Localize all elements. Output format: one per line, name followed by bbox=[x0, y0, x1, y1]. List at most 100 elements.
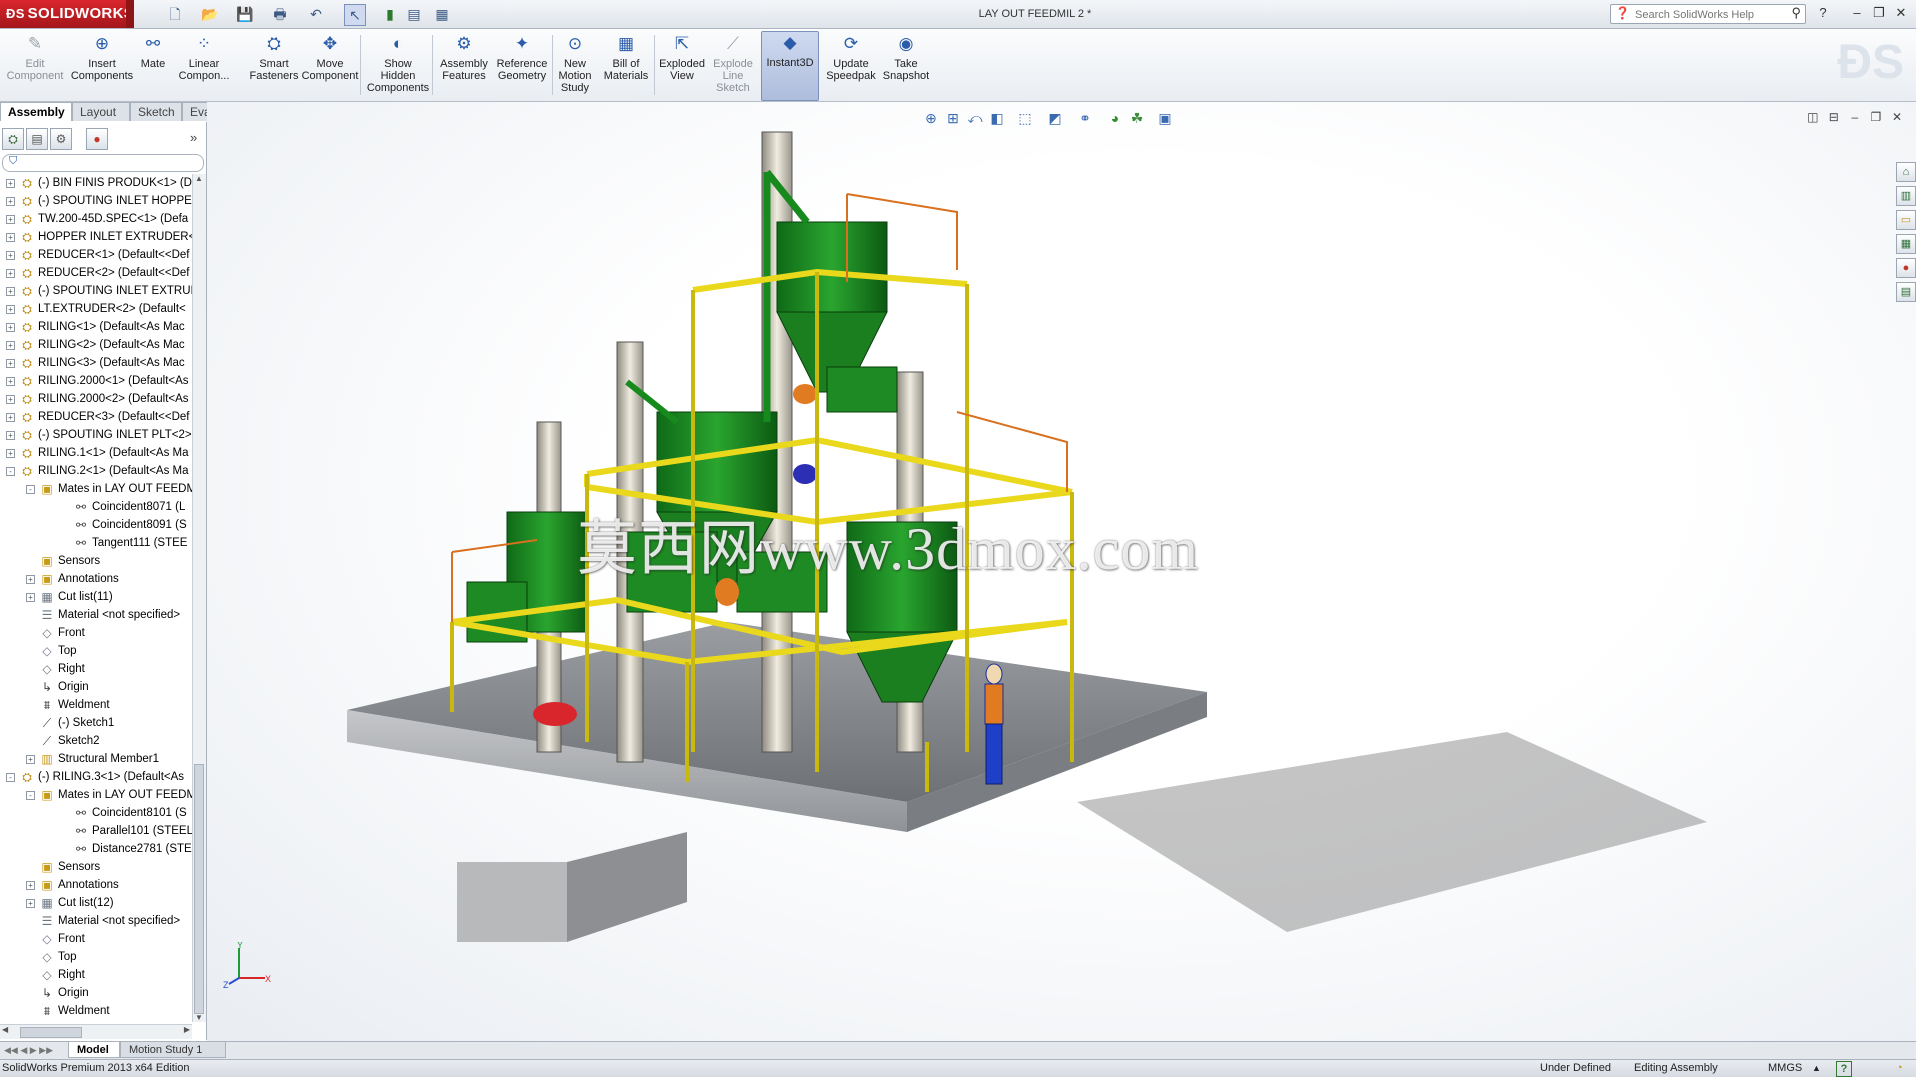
expand-icon[interactable]: + bbox=[26, 593, 35, 602]
expand-icon[interactable]: + bbox=[6, 431, 15, 440]
collapse-icon[interactable]: - bbox=[6, 467, 15, 476]
tree-item[interactable]: ⟋ (-) Sketch1 bbox=[0, 714, 192, 732]
command-instant3d-button[interactable]: ◆ Instant3D bbox=[761, 31, 819, 101]
expand-icon[interactable]: + bbox=[6, 215, 15, 224]
expand-icon[interactable]: + bbox=[6, 377, 15, 386]
collapse-icon[interactable]: - bbox=[26, 485, 35, 494]
command-show-hidden-button[interactable]: ◐ Show Hidden Components bbox=[364, 33, 432, 99]
tree-item[interactable]: ▣ Sensors bbox=[0, 552, 192, 570]
tree-item[interactable]: + ▥ Structural Member1 bbox=[0, 750, 192, 768]
tree-vertical-scrollbar[interactable]: ▲ ▼ bbox=[192, 174, 206, 1022]
tree-item[interactable]: ⚯ Coincident8091 (S bbox=[0, 516, 192, 534]
command-assembly-features-button[interactable]: ⚙ Assembly Features bbox=[436, 33, 492, 99]
tree-item[interactable]: + ⛭ LT.EXTRUDER<2> (Default< bbox=[0, 300, 192, 318]
command-update-speedpak-button[interactable]: ⟳ Update Speedpak bbox=[822, 33, 880, 99]
help-search-input[interactable] bbox=[1633, 5, 1787, 25]
expand-icon[interactable]: + bbox=[26, 899, 35, 908]
tree-item[interactable]: ◇ Front bbox=[0, 624, 192, 642]
options-icon[interactable]: ▦ bbox=[432, 4, 452, 24]
tree-item[interactable]: ⩩ Weldment bbox=[0, 1002, 192, 1020]
tree-item[interactable]: ⚯ Coincident8071 (L bbox=[0, 498, 192, 516]
command-reference-geometry-button[interactable]: ✦ Reference Geometry bbox=[494, 33, 550, 99]
tree-item[interactable]: ↳ Origin bbox=[0, 984, 192, 1002]
tree-item[interactable]: + ⛭ RILING<3> (Default<As Mac bbox=[0, 354, 192, 372]
minimize-icon[interactable]: – bbox=[1848, 4, 1866, 22]
command-snapshot-button[interactable]: ◉ Take Snapshot bbox=[880, 33, 932, 99]
tab-scroll-arrows-icon[interactable]: ◀◀ ◀ ▶ ▶▶ bbox=[4, 1042, 53, 1058]
tree-item[interactable]: ⩩ Weldment bbox=[0, 696, 192, 714]
command-motion-study-button[interactable]: ⊙ New Motion Study bbox=[556, 33, 594, 99]
tree-item[interactable]: + ⛭ RILING.2000<1> (Default<As bbox=[0, 372, 192, 390]
command-mate-button[interactable]: ⚯ Mate bbox=[140, 33, 166, 99]
tree-item[interactable]: ◇ Top bbox=[0, 642, 192, 660]
expand-icon[interactable]: + bbox=[26, 881, 35, 890]
tab-assembly[interactable]: Assembly bbox=[0, 102, 72, 121]
tree-item[interactable]: + ▦ Cut list(11) bbox=[0, 588, 192, 606]
hscroll-thumb[interactable] bbox=[20, 1027, 82, 1038]
tree-item[interactable]: + ⛭ REDUCER<1> (Default<<Def bbox=[0, 246, 192, 264]
command-exploded-view-button[interactable]: ⇱ Exploded View bbox=[656, 33, 708, 99]
expand-icon[interactable]: + bbox=[6, 269, 15, 278]
tree-item[interactable]: + ⛭ REDUCER<2> (Default<<Def bbox=[0, 264, 192, 282]
tree-item[interactable]: + ⛭ HOPPER INLET EXTRUDER<1 bbox=[0, 228, 192, 246]
tree-item[interactable]: ◇ Right bbox=[0, 966, 192, 984]
collapse-icon[interactable]: - bbox=[26, 791, 35, 800]
scroll-left-icon[interactable]: ◀ bbox=[2, 1025, 8, 1034]
command-move-component-button[interactable]: ✥ Move Component bbox=[298, 33, 362, 99]
save-icon[interactable]: 💾 bbox=[235, 4, 255, 24]
command-bill-of-materials-button[interactable]: ▦ Bill of Materials bbox=[600, 33, 652, 99]
tree-item[interactable]: ⚯ Distance2781 (STE bbox=[0, 840, 192, 858]
tree-item[interactable]: - ▣ Mates in LAY OUT FEEDM bbox=[0, 786, 192, 804]
tree-item[interactable]: ☰ Material <not specified> bbox=[0, 912, 192, 930]
expand-icon[interactable]: + bbox=[6, 413, 15, 422]
tree-item[interactable]: + ⛭ (-) SPOUTING INLET HOPPE bbox=[0, 192, 192, 210]
tree-item[interactable]: - ▣ Mates in LAY OUT FEEDM bbox=[0, 480, 192, 498]
tree-item[interactable]: + ▦ Cut list(12) bbox=[0, 894, 192, 912]
tab-sketch[interactable]: Sketch bbox=[130, 102, 182, 121]
expand-icon[interactable]: + bbox=[6, 233, 15, 242]
expand-panel-icon[interactable]: » bbox=[190, 130, 197, 145]
command-explode-line-sketch-button[interactable]: ⟋ Explode Line Sketch bbox=[712, 33, 754, 99]
close-icon[interactable]: ✕ bbox=[1892, 4, 1910, 22]
tree-item[interactable]: ⚯ Parallel101 (STEEL bbox=[0, 822, 192, 840]
expand-icon[interactable]: + bbox=[6, 395, 15, 404]
scroll-down-icon[interactable]: ▼ bbox=[195, 1013, 203, 1022]
display-manager-icon[interactable]: ● bbox=[86, 128, 108, 150]
tree-item[interactable]: ☰ Material <not specified> bbox=[0, 606, 192, 624]
tree-item[interactable]: ⚯ Tangent111 (STEE bbox=[0, 534, 192, 552]
search-icon[interactable]: ⚲ bbox=[1791, 5, 1801, 21]
tree-item[interactable]: + ⛭ TW.200-45D.SPEC<1> (Defa bbox=[0, 210, 192, 228]
tree-item[interactable]: + ⛭ (-) BIN FINIS PRODUK<1> (D bbox=[0, 174, 192, 192]
tree-item[interactable]: + ⛭ (-) SPOUTING INLET EXTRUI bbox=[0, 282, 192, 300]
tree-item[interactable]: + ⛭ (-) SPOUTING INLET PLT<2> bbox=[0, 426, 192, 444]
select-arrow-icon[interactable]: ↖ bbox=[344, 4, 366, 26]
property-manager-icon[interactable]: ▤ bbox=[26, 128, 48, 150]
tree-item[interactable]: + ▣ Annotations bbox=[0, 570, 192, 588]
file-properties-icon[interactable]: ▤ bbox=[404, 4, 424, 24]
tree-item[interactable]: ◇ Front bbox=[0, 930, 192, 948]
undo-icon[interactable]: ↶ bbox=[306, 4, 326, 24]
feature-tree-icon[interactable]: ⛭ bbox=[2, 128, 24, 150]
tree-item[interactable]: + ⛭ RILING.1<1> (Default<As Ma bbox=[0, 444, 192, 462]
unit-system-selector[interactable]: MMGS bbox=[1768, 1060, 1802, 1077]
expand-icon[interactable]: + bbox=[6, 341, 15, 350]
help-status-icon[interactable]: ? bbox=[1836, 1061, 1852, 1077]
help-search-box[interactable]: ❓ ⚲ bbox=[1610, 4, 1806, 25]
tree-item[interactable]: ◇ Top bbox=[0, 948, 192, 966]
print-icon[interactable]: 🖶 bbox=[270, 4, 290, 24]
scroll-right-icon[interactable]: ▶ bbox=[184, 1025, 190, 1034]
expand-icon[interactable]: + bbox=[6, 449, 15, 458]
tree-item[interactable]: ◇ Right bbox=[0, 660, 192, 678]
expand-icon[interactable]: + bbox=[6, 359, 15, 368]
scroll-up-icon[interactable]: ▲ bbox=[195, 174, 203, 183]
tree-horizontal-scrollbar[interactable]: ◀ ▶ bbox=[0, 1024, 192, 1039]
tree-item[interactable]: + ⛭ RILING<2> (Default<As Mac bbox=[0, 336, 192, 354]
configuration-manager-icon[interactable]: ⚙ bbox=[50, 128, 72, 150]
notification-icon[interactable]: ◔ bbox=[1896, 1060, 1903, 1077]
expand-icon[interactable]: + bbox=[6, 179, 15, 188]
tree-item[interactable]: + ▣ Annotations bbox=[0, 876, 192, 894]
restore-icon[interactable]: ❐ bbox=[1870, 4, 1888, 22]
solidworks-logo[interactable]: ƉS SOLIDWORKS bbox=[0, 0, 134, 28]
open-folder-icon[interactable]: 📂 bbox=[200, 4, 220, 24]
tree-filter-box[interactable]: ⛉ bbox=[2, 154, 204, 172]
